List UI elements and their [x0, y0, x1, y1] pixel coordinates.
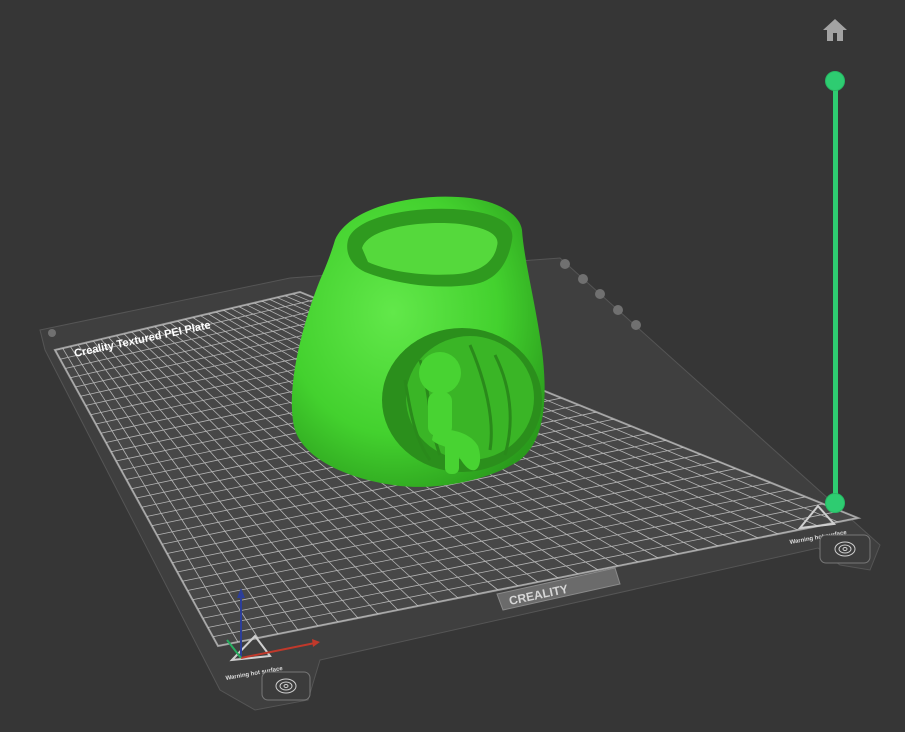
layer-slider-bottom-handle[interactable] — [825, 493, 845, 513]
figure-planter-model[interactable] — [291, 196, 545, 487]
home-icon — [823, 19, 847, 41]
3d-viewport[interactable]: Creality Textured PEI Plate CREALITY War… — [0, 0, 905, 732]
fingerprint-icon — [819, 534, 871, 564]
layer-range-slider[interactable] — [815, 65, 855, 525]
fingerprint-icon — [261, 671, 311, 701]
layer-slider-top-handle[interactable] — [825, 71, 845, 91]
home-button[interactable] — [820, 15, 850, 45]
layer-slider-track[interactable] — [833, 81, 838, 504]
